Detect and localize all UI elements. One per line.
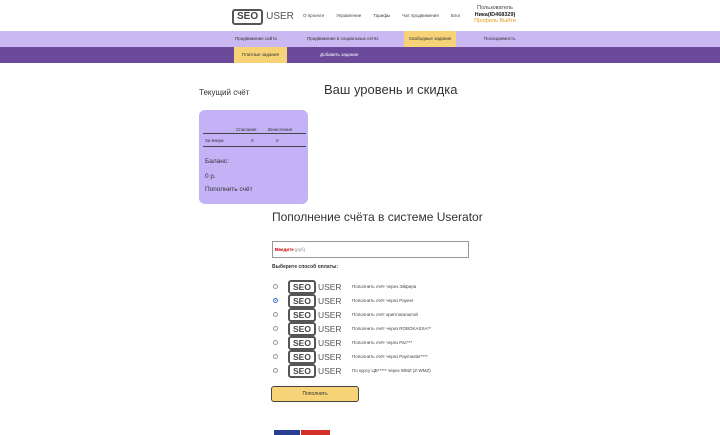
- payment-method-payeer[interactable]: SEO USER Пополнить счёт через Payeer: [272, 293, 472, 308]
- account-table: Списание Зачисление За вчера 0 0: [203, 127, 306, 147]
- row-label: За вчера: [205, 137, 224, 143]
- nav-secondary: Платные задания Добавить задание: [0, 47, 720, 63]
- method-logo-box: SEO: [288, 307, 316, 322]
- method-logo-text: USER: [317, 323, 342, 334]
- level-title: Ваш уровень и скидка: [324, 82, 458, 97]
- partner-logo-part-blue: [274, 430, 300, 435]
- method-logo-box: SEO: [288, 349, 316, 364]
- row-debit: 0: [251, 137, 254, 143]
- payment-method-paymaster[interactable]: SEO USER Пополнить счёт через Paymaster**…: [272, 349, 472, 364]
- method-logo-box: SEO: [288, 279, 316, 294]
- site-logo[interactable]: SEO USER: [232, 9, 294, 25]
- nav-site-promotion[interactable]: Продвижение сайта: [235, 31, 277, 47]
- account-table-header: Списание Зачисление: [203, 127, 306, 134]
- top-nav: О проекте Управление Тарифы Чат продвиже…: [303, 13, 461, 18]
- method-logo-text: USER: [317, 281, 342, 292]
- method-logo-text: USER: [317, 337, 342, 348]
- method-logo-box: SEO: [288, 363, 316, 378]
- method-logo-text: USER: [317, 365, 342, 376]
- pay-button[interactable]: Пополнить: [271, 386, 359, 402]
- amount-required-label: Введите: [275, 247, 294, 252]
- logo-text: USER: [266, 11, 294, 22]
- method-label: Пополнить счёт через ROBOKASSA**: [352, 326, 432, 331]
- radio-robokassa[interactable]: [273, 326, 278, 331]
- radio-ras[interactable]: [273, 340, 278, 345]
- payment-method-effera[interactable]: SEO USER Пополнить счёт через Эйфера: [272, 279, 472, 294]
- method-logo-text: USER: [317, 309, 342, 320]
- payment-method-crypto[interactable]: SEO USER Пополнить счёт криптовалютой: [272, 307, 472, 322]
- balance-label: Баланс:: [205, 158, 229, 165]
- partner-logo: [274, 430, 330, 435]
- method-logo: SEO USER: [288, 279, 342, 294]
- balance-value: 0 р.: [205, 173, 216, 180]
- nav-paid-tasks[interactable]: Платные задания: [234, 47, 287, 63]
- topup-link[interactable]: Пополнить счёт: [205, 186, 253, 193]
- method-logo-text: USER: [317, 351, 342, 362]
- top-nav-about[interactable]: О проекте: [303, 13, 324, 18]
- payment-method-wmz[interactable]: SEO USER По курсу ЦБ***** через WMZ (Z-WM…: [272, 363, 472, 378]
- method-label: По курсу ЦБ***** через WMZ (Z-WMZ): [352, 368, 431, 373]
- nav-add-task[interactable]: Добавить задание: [320, 47, 358, 63]
- method-logo: SEO USER: [288, 307, 342, 322]
- header-credit: Зачисление: [267, 127, 293, 132]
- method-label: Пополнить счёт через Payeer: [352, 298, 414, 303]
- radio-crypto[interactable]: [273, 312, 278, 317]
- method-logo: SEO USER: [288, 321, 342, 336]
- method-logo: SEO USER: [288, 293, 342, 308]
- profile-logout-link[interactable]: Профиль Выйти: [463, 18, 527, 25]
- method-logo: SEO USER: [288, 349, 342, 364]
- method-label: Пополнить счёт через Эйфера: [352, 284, 417, 289]
- partner-logo-part-red: [301, 430, 330, 435]
- radio-payeer[interactable]: [273, 298, 278, 303]
- radio-wmz[interactable]: [273, 368, 278, 373]
- current-account-title: Текущий счёт: [199, 88, 250, 97]
- method-label: Пополнить счёт криптовалютой: [352, 312, 418, 317]
- payment-method-label: Выберите способ оплаты:: [272, 264, 339, 270]
- header: SEO USER О проекте Управление Тарифы Чат…: [0, 0, 720, 31]
- method-logo-box: SEO: [288, 321, 316, 336]
- radio-effera[interactable]: [273, 284, 278, 289]
- table-row: За вчера 0 0: [203, 134, 306, 147]
- nav-primary: Продвижение сайта Продвижение в социальн…: [0, 31, 720, 47]
- user-block: Пользователь Ника(ID468329) Профиль Выйт…: [463, 5, 527, 25]
- top-nav-blog[interactable]: Блог: [451, 13, 461, 18]
- method-logo-text: USER: [317, 295, 342, 306]
- nav-social-promotion[interactable]: Продвижение в социальных сетях: [307, 31, 379, 47]
- method-logo-box: SEO: [288, 293, 316, 308]
- logo-box: SEO: [232, 9, 264, 25]
- method-logo: SEO USER: [288, 335, 342, 350]
- method-logo-box: SEO: [288, 335, 316, 350]
- row-credit: 0: [276, 137, 279, 143]
- header-debit: Списание: [236, 127, 257, 132]
- payment-method-robokassa[interactable]: SEO USER Пополнить счёт через ROBOKASSA**: [272, 321, 472, 336]
- top-nav-management[interactable]: Управление: [336, 13, 361, 18]
- top-nav-tariffs[interactable]: Тарифы: [373, 13, 390, 18]
- nav-free-tasks[interactable]: Свободные задания: [404, 31, 457, 47]
- topup-title: Пополнение счёта в системе Userator: [272, 210, 483, 224]
- radio-paymaster[interactable]: [273, 354, 278, 359]
- nav-traffic[interactable]: Посещаемость: [484, 31, 515, 47]
- method-logo: SEO USER: [288, 363, 342, 378]
- top-nav-chat[interactable]: Чат продвижения: [402, 13, 439, 18]
- payment-method-ras[interactable]: SEO USER Пополнить счёт через Рас***: [272, 335, 472, 350]
- method-label: Пополнить счёт через Paymaster****: [352, 354, 428, 359]
- amount-input[interactable]: Введите (руб): [272, 241, 469, 258]
- amount-unit: (руб): [294, 247, 306, 252]
- method-label: Пополнить счёт через Рас***: [352, 340, 413, 345]
